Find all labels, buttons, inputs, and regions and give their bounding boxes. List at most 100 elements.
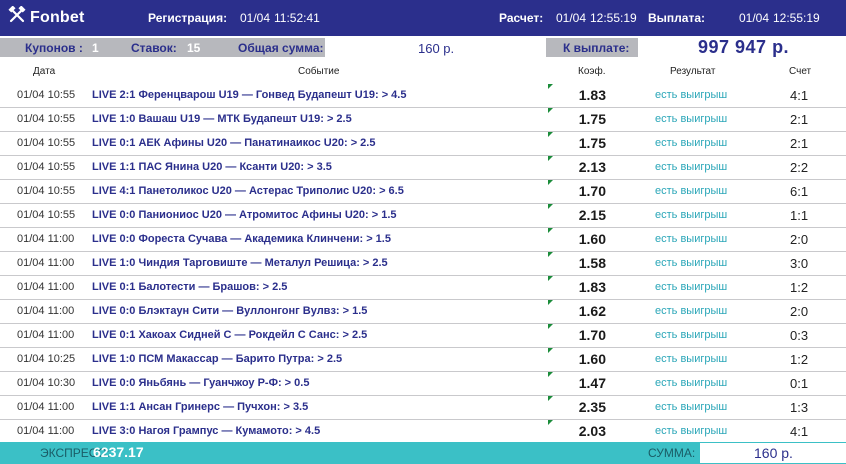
column-header-score: Счет [789, 66, 812, 77]
table-row[interactable]: 01/04 10:55 LIVE 2:1 Ференцварош U19 — Г… [0, 84, 846, 108]
corner-marker-icon [548, 372, 553, 377]
total-label: Общая сумма: [238, 41, 324, 55]
row-event: LIVE 2:1 Ференцварош U19 — Гонвед Будапе… [92, 89, 407, 101]
row-date: 01/04 11:00 [17, 305, 75, 317]
row-coef: 2.03 [578, 423, 606, 439]
table-row[interactable]: 01/04 11:00 LIVE 3:0 Нагоя Грампус — Кум… [0, 420, 846, 444]
corner-marker-icon [548, 108, 553, 113]
row-event: LIVE 1:1 ПАС Янина U20 — Ксанти U20: > 3… [92, 161, 332, 173]
row-result: есть выигрыш [655, 305, 728, 317]
coef-cell: 1.62 [548, 300, 640, 323]
row-score: 2:1 [790, 136, 809, 151]
table-row[interactable]: 01/04 11:00 LIVE 0:0 Фореста Сучава — Ак… [0, 228, 846, 252]
row-coef: 1.60 [578, 231, 606, 247]
coupons-value: 1 [92, 41, 99, 55]
table-row[interactable]: 01/04 11:00 LIVE 0:1 Балотести — Брашов:… [0, 276, 846, 300]
coupons-label: Купонов : [25, 41, 83, 55]
row-result: есть выигрыш [655, 233, 728, 245]
corner-marker-icon [548, 348, 553, 353]
settlement-time: 12:55:19 [590, 11, 637, 25]
row-event: LIVE 3:0 Нагоя Грампус — Кумамото: > 4.5 [92, 425, 321, 437]
bet-table: 01/04 10:55 LIVE 2:1 Ференцварош U19 — Г… [0, 84, 846, 444]
row-event: LIVE 0:0 Паниониос U20 — Атромитос Афины… [92, 209, 397, 221]
brand-name: Fonbet [30, 8, 85, 26]
row-coef: 2.13 [578, 159, 606, 175]
row-score: 6:1 [790, 184, 809, 199]
brand-logo[interactable]: Fonbet [8, 5, 85, 29]
corner-marker-icon [548, 84, 553, 89]
row-event: LIVE 0:1 АЕК Афины U20 — Панатинаикос U2… [92, 137, 376, 149]
coef-cell: 2.15 [548, 204, 640, 227]
row-result: есть выигрыш [655, 209, 728, 221]
row-coef: 1.75 [578, 135, 606, 151]
coef-cell: 2.03 [548, 420, 640, 443]
row-date: 01/04 10:55 [17, 137, 76, 149]
row-result: есть выигрыш [655, 353, 728, 365]
row-event: LIVE 0:0 Блэктаун Сити — Вуллонгонг Вулв… [92, 305, 368, 317]
row-coef: 1.83 [578, 87, 606, 103]
row-score: 4:1 [790, 424, 809, 439]
table-row[interactable]: 01/04 11:00 LIVE 0:0 Блэктаун Сити — Вул… [0, 300, 846, 324]
table-row[interactable]: 01/04 11:00 LIVE 0:1 Хакоах Сидней С — Р… [0, 324, 846, 348]
corner-marker-icon [548, 132, 553, 137]
row-result: есть выигрыш [655, 161, 728, 173]
coef-cell: 1.47 [548, 372, 640, 395]
row-score: 2:0 [790, 232, 809, 247]
corner-marker-icon [548, 300, 553, 305]
corner-marker-icon [548, 204, 553, 209]
payout-time: 12:55:19 [773, 11, 820, 25]
settlement-date: 01/04 [556, 11, 587, 25]
coef-cell: 2.13 [548, 156, 640, 179]
row-date: 01/04 11:00 [17, 233, 75, 245]
row-event: LIVE 1:0 ПСМ Макассар — Барито Путра: > … [92, 353, 343, 365]
row-score: 1:1 [790, 208, 809, 223]
column-header-coef: Коэф. [578, 66, 606, 77]
row-coef: 1.60 [578, 351, 606, 367]
table-row[interactable]: 01/04 10:55 LIVE 1:0 Вашаш U19 — МТК Буд… [0, 108, 846, 132]
row-result: есть выигрыш [655, 89, 728, 101]
table-row[interactable]: 01/04 10:55 LIVE 0:1 АЕК Афины U20 — Пан… [0, 132, 846, 156]
row-score: 0:3 [790, 328, 809, 343]
row-coef: 1.70 [578, 183, 606, 199]
row-result: есть выигрыш [655, 257, 728, 269]
row-score: 1:2 [790, 280, 809, 295]
coef-cell: 1.70 [548, 324, 640, 347]
coef-cell: 1.83 [548, 84, 640, 107]
coef-cell: 1.83 [548, 276, 640, 299]
express-value: 6237.17 [93, 444, 144, 460]
corner-marker-icon [548, 396, 553, 401]
corner-marker-icon [548, 324, 553, 329]
row-date: 01/04 10:55 [17, 89, 76, 101]
row-result: есть выигрыш [655, 185, 728, 197]
table-row[interactable]: 01/04 10:25 LIVE 1:0 ПСМ Макассар — Бари… [0, 348, 846, 372]
row-event: LIVE 4:1 Панетоликос U20 — Астерас Трипо… [92, 185, 404, 197]
row-date: 01/04 11:00 [17, 401, 75, 413]
coef-cell: 1.70 [548, 180, 640, 203]
table-row[interactable]: 01/04 10:30 LIVE 0:0 Яньбянь — Гуанчжоу … [0, 372, 846, 396]
table-row[interactable]: 01/04 10:55 LIVE 1:1 ПАС Янина U20 — Кса… [0, 156, 846, 180]
table-row[interactable]: 01/04 10:55 LIVE 0:0 Паниониос U20 — Атр… [0, 204, 846, 228]
header-bar: Fonbet Регистрация: 01/04 11:52:41 Расче… [0, 0, 846, 36]
row-score: 2:1 [790, 112, 809, 127]
coef-cell: 2.35 [548, 396, 640, 419]
table-row[interactable]: 01/04 11:00 LIVE 1:0 Чиндия Тарговиште —… [0, 252, 846, 276]
row-date: 01/04 11:00 [17, 281, 75, 293]
row-coef: 1.58 [578, 255, 606, 271]
row-date: 01/04 10:30 [17, 377, 76, 389]
table-row[interactable]: 01/04 10:55 LIVE 4:1 Панетоликос U20 — А… [0, 180, 846, 204]
row-coef: 1.47 [578, 375, 606, 391]
column-header-event: Событие [298, 66, 340, 77]
coef-cell: 1.75 [548, 132, 640, 155]
sum-value: 160 р. [754, 445, 793, 461]
summary-counts: Купонов : 1 Ставок: 15 Общая сумма: [0, 38, 325, 57]
to-pay-box: К выплате: [546, 38, 638, 57]
sum-label: СУММА: [648, 446, 696, 460]
row-date: 01/04 10:55 [17, 161, 76, 173]
crossed-hammers-icon [8, 5, 26, 29]
row-result: есть выигрыш [655, 401, 728, 413]
row-event: LIVE 0:0 Яньбянь — Гуанчжоу Р-Ф: > 0.5 [92, 377, 310, 389]
payout-label: Выплата: [648, 11, 706, 25]
table-row[interactable]: 01/04 11:00 LIVE 1:1 Ансан Гринерс — Пуч… [0, 396, 846, 420]
row-score: 2:0 [790, 304, 809, 319]
row-coef: 1.75 [578, 111, 606, 127]
